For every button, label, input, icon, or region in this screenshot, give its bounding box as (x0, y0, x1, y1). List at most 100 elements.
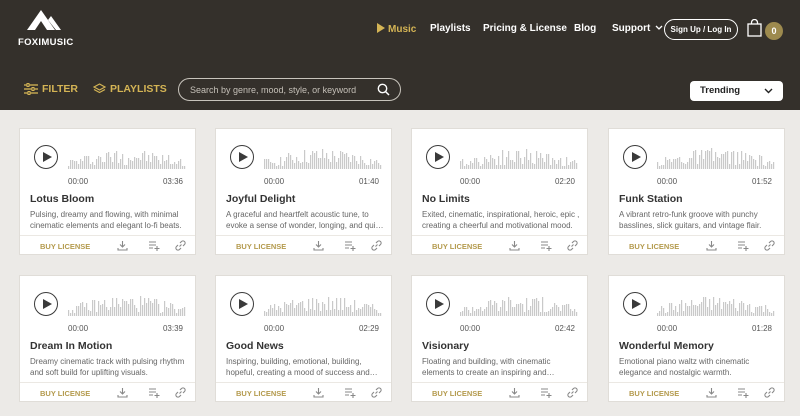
waveform-bar (771, 313, 773, 316)
track-title[interactable]: Wonderful Memory (619, 340, 714, 352)
signup-login-button[interactable]: Sign Up / Log In (664, 19, 738, 40)
sort-dropdown[interactable]: Trending (690, 81, 783, 101)
track-title[interactable]: Dream In Motion (30, 340, 112, 352)
play-button[interactable] (34, 292, 58, 316)
add-to-playlist-icon[interactable] (148, 240, 160, 251)
waveform-bar (158, 160, 160, 169)
track-description: Pulsing, dreamy and flowing, with minima… (30, 210, 182, 230)
waveform-bar (725, 152, 727, 169)
play-button[interactable] (623, 292, 647, 316)
waveform-bar (701, 302, 703, 316)
nav-support[interactable]: Support (612, 23, 663, 34)
shopping-bag-icon[interactable] (747, 19, 762, 37)
waveform-bar (276, 310, 278, 316)
buy-license-button[interactable]: BUY LICENSE (40, 242, 90, 251)
search-input[interactable] (190, 83, 370, 97)
track-title[interactable]: Joyful Delight (226, 193, 295, 205)
link-icon[interactable] (175, 240, 186, 251)
buy-license-button[interactable]: BUY LICENSE (432, 389, 482, 398)
buy-license-button[interactable]: BUY LICENSE (236, 242, 286, 251)
playlists-button[interactable]: PLAYLISTS (92, 83, 167, 95)
add-to-playlist-icon[interactable] (737, 387, 749, 398)
buy-license-button[interactable]: BUY LICENSE (236, 389, 286, 398)
waveform[interactable] (657, 294, 775, 316)
download-icon[interactable] (706, 387, 717, 398)
waveform-bar (154, 156, 156, 169)
download-icon[interactable] (313, 240, 324, 251)
download-icon[interactable] (509, 240, 520, 251)
add-to-playlist-icon[interactable] (148, 387, 160, 398)
download-icon[interactable] (706, 240, 717, 251)
waveform-bar (757, 166, 759, 169)
download-icon[interactable] (117, 387, 128, 398)
waveform[interactable] (264, 294, 382, 316)
play-button[interactable] (230, 292, 254, 316)
waveform[interactable] (68, 294, 186, 316)
download-icon[interactable] (313, 387, 324, 398)
waveform-bar (530, 306, 532, 316)
track-card: 00:00 01:52 Funk Station A vibrant retro… (608, 128, 785, 255)
waveform[interactable] (264, 147, 382, 169)
nav-playlists[interactable]: Playlists (430, 23, 471, 34)
waveform-bar (128, 158, 130, 169)
link-icon[interactable] (764, 240, 775, 251)
play-button[interactable] (230, 145, 254, 169)
add-to-playlist-icon[interactable] (540, 240, 552, 251)
waveform-bar (671, 162, 673, 169)
waveform-bar (506, 157, 508, 169)
waveform-bar (264, 159, 266, 169)
current-time: 00:00 (264, 177, 285, 186)
waveform-bar (288, 153, 290, 169)
waveform-bar (751, 156, 753, 169)
track-title[interactable]: Good News (226, 340, 284, 352)
download-icon[interactable] (117, 240, 128, 251)
download-icon[interactable] (509, 387, 520, 398)
track-card: 00:00 03:36 Lotus Bloom Pulsing, dreamy … (19, 128, 196, 255)
waveform-bar (76, 161, 78, 169)
waveform-bar (568, 165, 570, 169)
buy-license-button[interactable]: BUY LICENSE (40, 389, 90, 398)
track-title[interactable]: Lotus Bloom (30, 193, 94, 205)
add-to-playlist-icon[interactable] (737, 240, 749, 251)
link-icon[interactable] (764, 387, 775, 398)
waveform-bar (699, 304, 701, 316)
waveform[interactable] (460, 147, 578, 169)
waveform-bar (342, 310, 344, 316)
play-button[interactable] (426, 145, 450, 169)
track-title[interactable]: Visionary (422, 340, 469, 352)
track-title[interactable]: Funk Station (619, 193, 683, 205)
waveform-bar (494, 159, 496, 169)
waveform-bar (354, 156, 356, 169)
link-icon[interactable] (175, 387, 186, 398)
nav-blog[interactable]: Blog (574, 23, 596, 34)
filter-button[interactable]: FILTER (24, 83, 78, 95)
nav-music[interactable]: Music (377, 23, 416, 35)
track-title[interactable]: No Limits (422, 193, 470, 205)
nav-pricing[interactable]: Pricing & License (483, 23, 567, 34)
buy-license-button[interactable]: BUY LICENSE (629, 389, 679, 398)
link-icon[interactable] (567, 387, 578, 398)
link-icon[interactable] (567, 240, 578, 251)
waveform-bar (488, 162, 490, 169)
track-card: 00:00 01:28 Wonderful Memory Emotional p… (608, 275, 785, 402)
logo[interactable]: FOXIMUSIC (18, 10, 74, 48)
buy-license-button[interactable]: BUY LICENSE (629, 242, 679, 251)
waveform-bar (126, 165, 128, 169)
buy-license-button[interactable]: BUY LICENSE (432, 242, 482, 251)
play-button[interactable] (623, 145, 647, 169)
waveform-bar (342, 152, 344, 169)
waveform[interactable] (657, 147, 775, 169)
link-icon[interactable] (371, 387, 382, 398)
add-to-playlist-icon[interactable] (344, 387, 356, 398)
search-icon[interactable] (377, 83, 390, 96)
add-to-playlist-icon[interactable] (344, 240, 356, 251)
waveform-bar (518, 304, 520, 316)
add-to-playlist-icon[interactable] (540, 387, 552, 398)
play-button[interactable] (426, 292, 450, 316)
play-button[interactable] (34, 145, 58, 169)
track-duration: 02:20 (554, 177, 575, 186)
link-icon[interactable] (371, 240, 382, 251)
waveform[interactable] (68, 147, 186, 169)
waveform[interactable] (460, 294, 578, 316)
track-duration: 02:42 (554, 324, 575, 333)
